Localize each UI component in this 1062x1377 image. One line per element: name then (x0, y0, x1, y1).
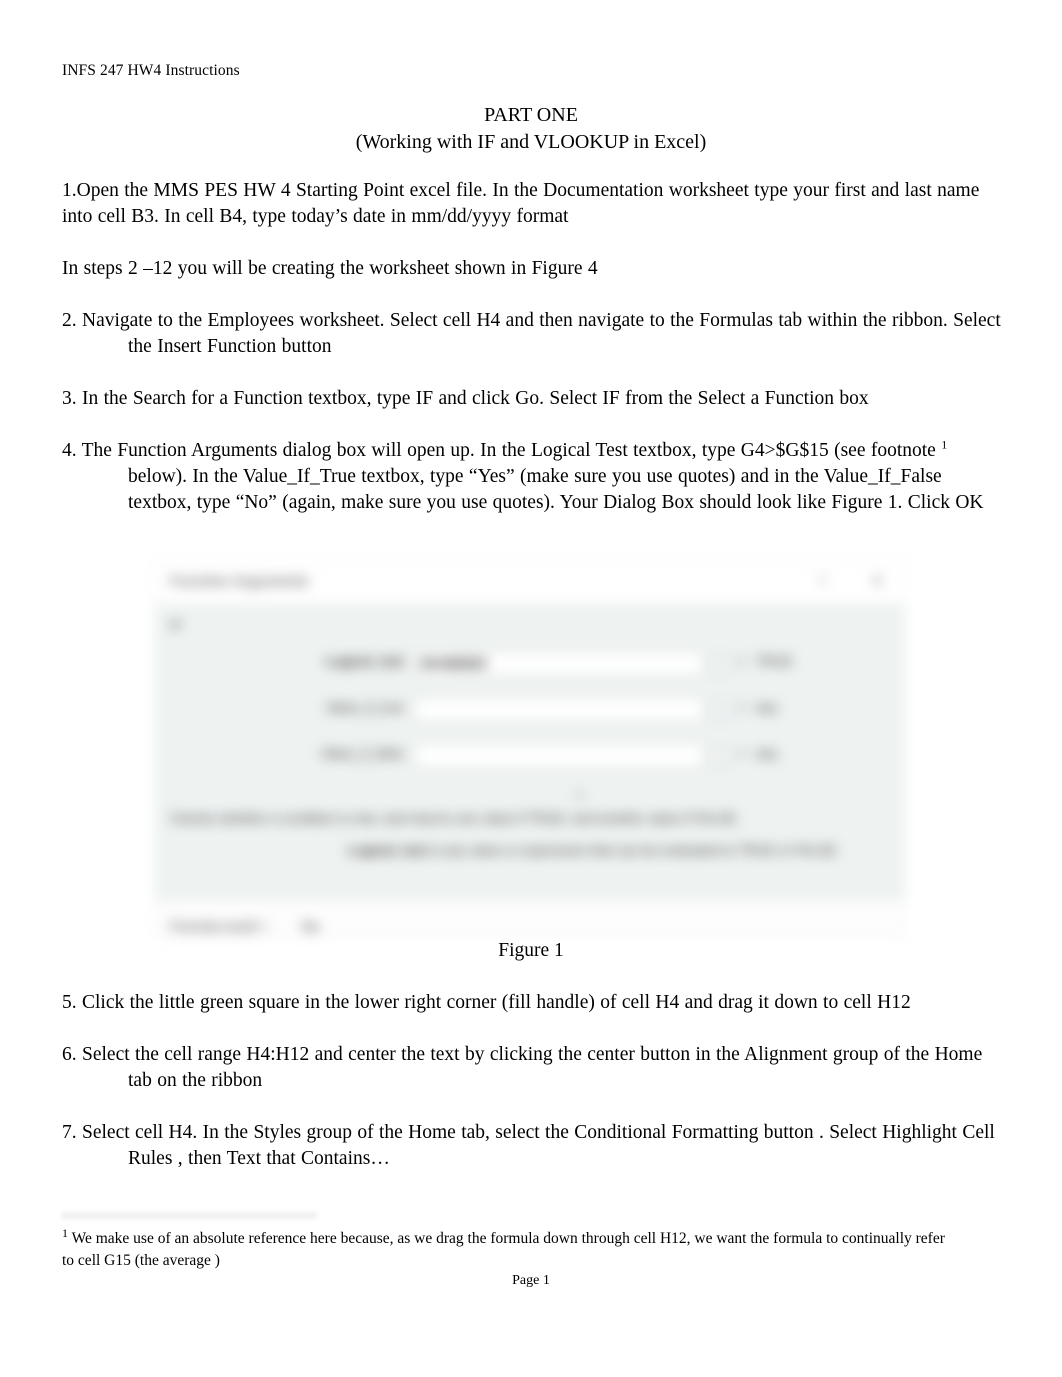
logical-test-input[interactable]: G4>$G$15 (414, 651, 704, 676)
page-title: PART ONE (Working with IF and VLOOKUP in… (62, 102, 1000, 156)
value-if-false-result: any (756, 746, 778, 761)
step-7: 7. Select cell H4. In the Styles group o… (62, 1122, 995, 1169)
document-page: INFS 247 HW4 Instructions PART ONE (Work… (0, 0, 1062, 1377)
description-rest: is any value or expression that can be e… (426, 843, 841, 858)
step-6: 6. Select the cell range H4:H12 and cent… (62, 1044, 983, 1091)
logical-test-result: TRUE (756, 654, 793, 669)
figure-blur-layer: Function Arguments ? ✕ IF Logical_test G… (155, 560, 905, 938)
instructions-lower: 5. Click the little green square in the … (62, 990, 1007, 1172)
title-line-two: (Working with IF and VLOOKUP in Excel) (355, 131, 707, 153)
formula-result-value: No (301, 919, 320, 934)
equals-sign: = (738, 700, 746, 715)
step-3: 3. In the Search for a Function textbox,… (62, 388, 869, 409)
function-name-label: IF (170, 617, 183, 633)
collapse-dialog-icon[interactable] (712, 748, 730, 766)
step-1: 1.Open the MMS PES HW 4 Starting Point e… (62, 180, 980, 227)
help-icon[interactable]: ? (818, 573, 826, 589)
footnote-text: We make use of an absolute reference her… (62, 1230, 945, 1269)
value-if-true-result: any (756, 700, 778, 715)
value-if-true-input[interactable] (414, 697, 704, 722)
argument-row: Value_if_true = any (216, 697, 856, 723)
step-4-part-b: below). In the Value_If_True textbox, ty… (128, 466, 984, 513)
intro-line: In steps 2 –12 you will be creating the … (62, 258, 598, 279)
function-arguments-dialog: Function Arguments ? ✕ IF Logical_test G… (155, 560, 905, 938)
step-4-part-a: 4. The Function Arguments dialog box wil… (62, 440, 942, 461)
formula-result-label: Formula result = (170, 919, 268, 934)
dialog-body: IF Logical_test G4>$G$15 = TRUE Value_if… (156, 603, 904, 934)
step-4: 4. The Function Arguments dialog box wil… (62, 438, 1007, 516)
equals-sign: = (738, 654, 746, 669)
formula-result: Formula result = No (170, 919, 319, 934)
figure-1-image: Function Arguments ? ✕ IF Logical_test G… (155, 560, 905, 938)
figure-1-caption: Figure 1 (498, 940, 564, 961)
step-5: 5. Click the little green square in the … (62, 992, 911, 1013)
close-icon[interactable]: ✕ (871, 572, 884, 590)
value-if-false-input[interactable] (414, 743, 704, 768)
step-4-footnote-marker: 1 (941, 437, 948, 452)
description-bold-term: Logical_test (348, 843, 427, 858)
argument-row: Logical_test G4>$G$15 = TRUE (216, 651, 856, 677)
document-header: INFS 247 HW4 Instructions (62, 62, 240, 79)
footnote-1: 1 We make use of an absolute reference h… (62, 1227, 952, 1272)
page-number: Page 1 (512, 1273, 550, 1288)
title-line-one: PART ONE (484, 104, 578, 126)
collapse-dialog-icon[interactable] (712, 702, 730, 720)
argument-row: Value_if_false = any (216, 743, 856, 769)
value-if-false-label: Value_if_false (320, 746, 404, 761)
collapse-dialog-icon[interactable] (712, 656, 730, 674)
instructions-upper: 1.Open the MMS PES HW 4 Starting Point e… (62, 178, 1007, 516)
dialog-description-line-1: Checks whether a condition is met, and r… (170, 811, 741, 826)
step-2: 2. Navigate to the Employees worksheet. … (62, 310, 1001, 357)
dialog-description-line-2: Logical_test is any value or expression … (348, 843, 840, 858)
equals-sign: = (738, 746, 746, 761)
footnote-separator (62, 1212, 317, 1219)
value-if-true-label: Value_if_true (325, 700, 404, 715)
result-equals-sign: = (576, 788, 584, 803)
logical-test-label: Logical_test (325, 654, 404, 669)
dialog-title: Function Arguments (170, 573, 309, 590)
dialog-titlebar: Function Arguments ? ✕ (156, 561, 904, 603)
logical-test-value: G4>$G$15 (420, 656, 487, 671)
